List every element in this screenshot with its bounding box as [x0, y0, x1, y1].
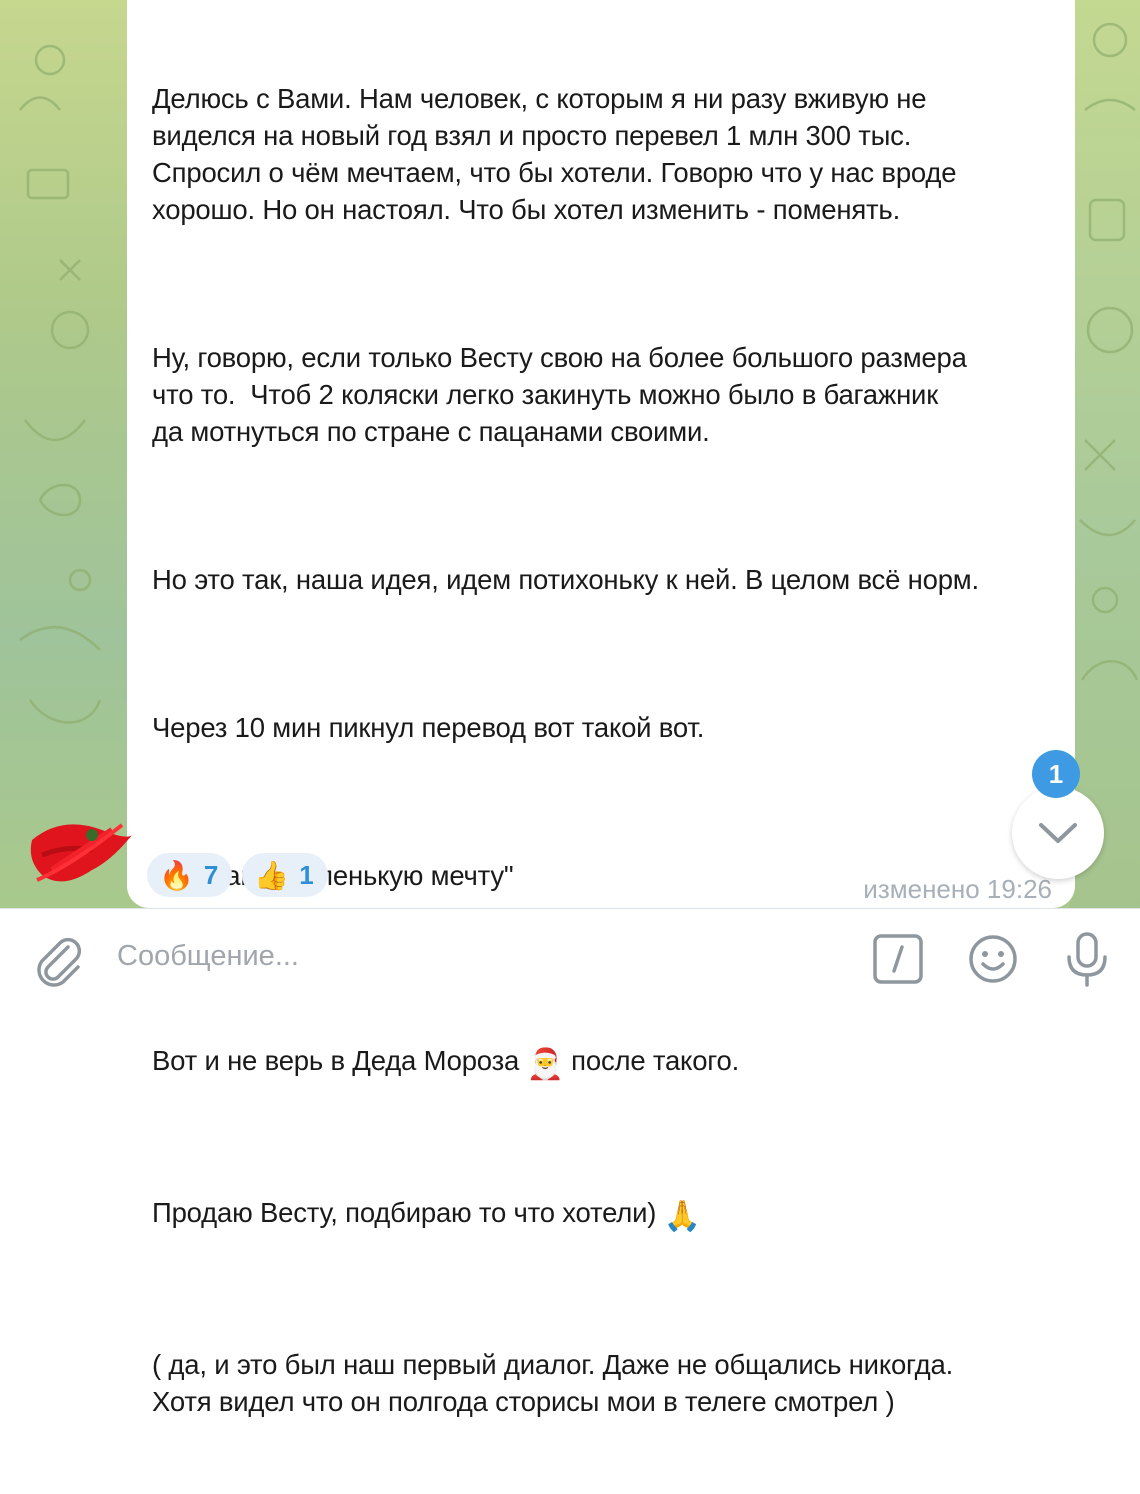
avatar[interactable] — [22, 800, 137, 895]
chevron-down-icon — [1039, 823, 1077, 843]
message-paragraph: ( да, и это был наш первый диалог. Даже … — [152, 1349, 954, 1417]
pray-emoji: 🙏 — [663, 1200, 701, 1233]
fire-emoji: 🔥 — [159, 859, 194, 891]
scroll-down-button[interactable] — [1012, 787, 1104, 879]
santa-line: Вот и не верь в Деда Мороза 🎅 после тако… — [152, 1042, 1057, 1083]
emoji-icon[interactable] — [965, 931, 1021, 987]
message-paragraph: Ну, говорю, если только Весту свою на бо… — [152, 342, 967, 447]
attach-icon[interactable] — [30, 931, 86, 987]
message-text: Делюсь с Вами. Нам человек, с которым я … — [152, 6, 1057, 1494]
reaction-count: 1 — [299, 859, 314, 890]
message-paragraph: Делюсь с Вами. Нам человек, с которым я … — [152, 83, 957, 225]
sell-line-text: Продаю Весту, подбираю то что хотели) — [152, 1197, 657, 1228]
santa-line-text: Вот и не верь в Деда Мороза — [152, 1045, 520, 1076]
unread-badge: 1 — [1032, 750, 1080, 798]
thumbs-up-emoji: 👍 — [254, 859, 290, 891]
microphone-icon[interactable] — [1059, 929, 1115, 989]
message-input[interactable]: Сообщение... — [117, 940, 299, 973]
santa-emoji: 🎅 — [526, 1048, 564, 1081]
commands-icon[interactable] — [870, 931, 926, 987]
reaction-thumbs-up[interactable]: 👍 1 — [242, 853, 328, 897]
message-paragraph: Но это так, наша идея, идем потихоньку к… — [152, 564, 979, 595]
message-paragraph: Через 10 мин пикнул перевод вот такой во… — [152, 712, 705, 743]
reactions-bar: 🔥 7 👍 1 — [147, 853, 328, 897]
sell-line: Продаю Весту, подбираю то что хотели) 🙏 — [152, 1194, 1057, 1235]
santa-line-text-end: после такого. — [571, 1045, 740, 1076]
reaction-count: 7 — [203, 859, 219, 890]
reaction-fire[interactable]: 🔥 7 — [147, 853, 233, 897]
